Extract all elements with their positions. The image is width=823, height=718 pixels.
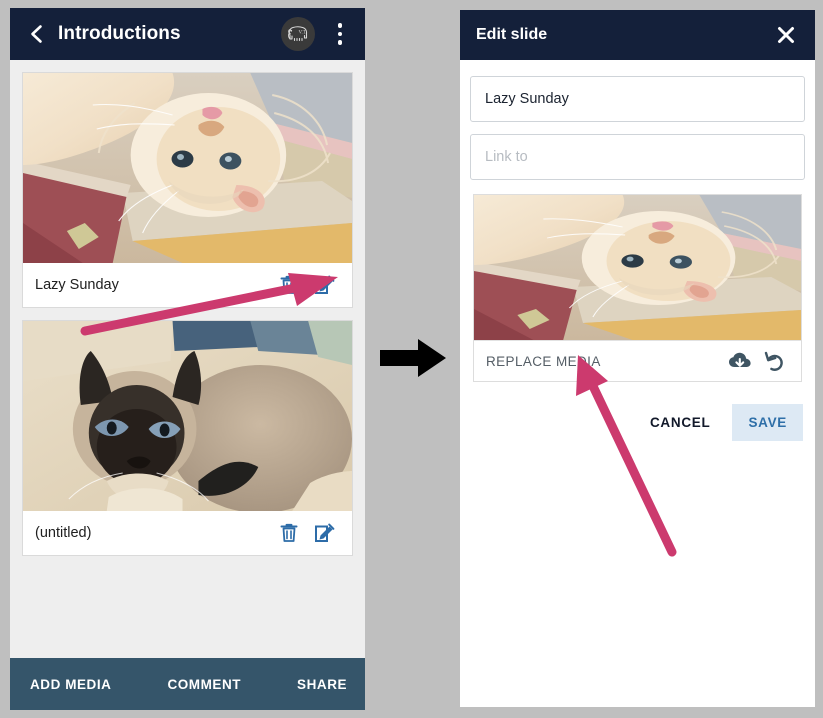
edit-pencil-icon[interactable]: [310, 270, 340, 300]
page-title: Introductions: [58, 23, 181, 44]
dialog-title-bar: Edit slide: [460, 10, 815, 60]
slide-title-input[interactable]: [470, 76, 805, 122]
trash-icon[interactable]: [274, 518, 304, 548]
dialog-title: Edit slide: [476, 26, 548, 43]
add-media-button[interactable]: ADD MEDIA: [30, 677, 111, 692]
cancel-button[interactable]: CANCEL: [634, 404, 726, 441]
slide-title: Lazy Sunday: [35, 277, 119, 293]
slide-photo-siamese-cat[interactable]: [23, 321, 352, 511]
trash-icon[interactable]: [274, 270, 304, 300]
slide-title: (untitled): [35, 525, 92, 541]
link-to-input[interactable]: [470, 134, 805, 180]
share-button[interactable]: SHARE: [297, 677, 347, 692]
undo-rotate-left-icon[interactable]: [759, 347, 789, 375]
comment-button[interactable]: COMMENT: [167, 677, 241, 692]
bottom-action-bar: ADD MEDIA COMMENT SHARE: [10, 658, 365, 710]
slide-card-footer: Lazy Sunday: [23, 263, 352, 307]
right-arrow-icon: [378, 337, 448, 379]
dialog-body: [460, 60, 815, 180]
cloud-download-icon[interactable]: [725, 347, 755, 375]
slide-card[interactable]: (untitled): [22, 320, 353, 556]
edit-slide-dialog: Edit slide Lazy Sunday Link to REPLACE M…: [460, 10, 815, 707]
slides-list-panel: Introductions V.T. Lazy Sunday (untitled…: [10, 8, 365, 710]
media-preview-box: REPLACE MEDIA: [473, 194, 802, 382]
slides-container: Lazy Sunday (untitled): [10, 60, 365, 658]
slide-photo-persian-cat[interactable]: [23, 73, 352, 263]
app-bar: Introductions V.T.: [10, 8, 365, 60]
media-photo-persian-cat[interactable]: [474, 195, 801, 340]
slide-card[interactable]: Lazy Sunday: [22, 72, 353, 308]
close-x-icon[interactable]: [773, 22, 799, 48]
elephant-avatar-icon[interactable]: V.T.: [281, 17, 315, 51]
svg-text:V.T.: V.T.: [299, 30, 307, 35]
slide-card-footer: (untitled): [23, 511, 352, 555]
dialog-button-row: CANCEL SAVE: [460, 404, 815, 441]
save-button[interactable]: SAVE: [732, 404, 803, 441]
edit-pencil-icon[interactable]: [310, 518, 340, 548]
replace-media-button[interactable]: REPLACE MEDIA: [486, 354, 721, 369]
chevron-left-icon[interactable]: [24, 21, 50, 47]
media-actions-row: REPLACE MEDIA: [474, 340, 801, 381]
kebab-menu-icon[interactable]: [329, 20, 351, 48]
